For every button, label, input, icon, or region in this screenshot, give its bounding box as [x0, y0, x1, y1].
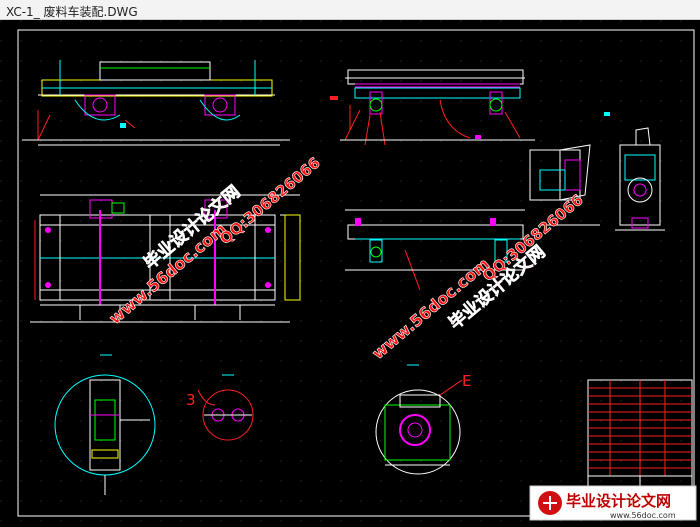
- stamp-url: www.56doc.com: [610, 511, 676, 520]
- drawing-canvas[interactable]: 3 E 毕业设计论文网 www.56doc.com QQ:306826066 毕…: [0, 20, 700, 522]
- detail-label-3: 3: [186, 391, 196, 409]
- site-stamp: 毕业设计论文网 www.56doc.com: [529, 485, 697, 521]
- stamp-title: 毕业设计论文网: [566, 492, 671, 510]
- window-title: XC-1_ 废料车装配.DWG: [6, 5, 138, 19]
- window-titlebar: XC-1_ 废料车装配.DWG: [0, 0, 700, 20]
- cad-drawing[interactable]: 3 E 毕业设计论文网 www.56doc.com QQ:306826066 毕…: [0, 20, 700, 522]
- detail-label-e: E: [462, 372, 471, 390]
